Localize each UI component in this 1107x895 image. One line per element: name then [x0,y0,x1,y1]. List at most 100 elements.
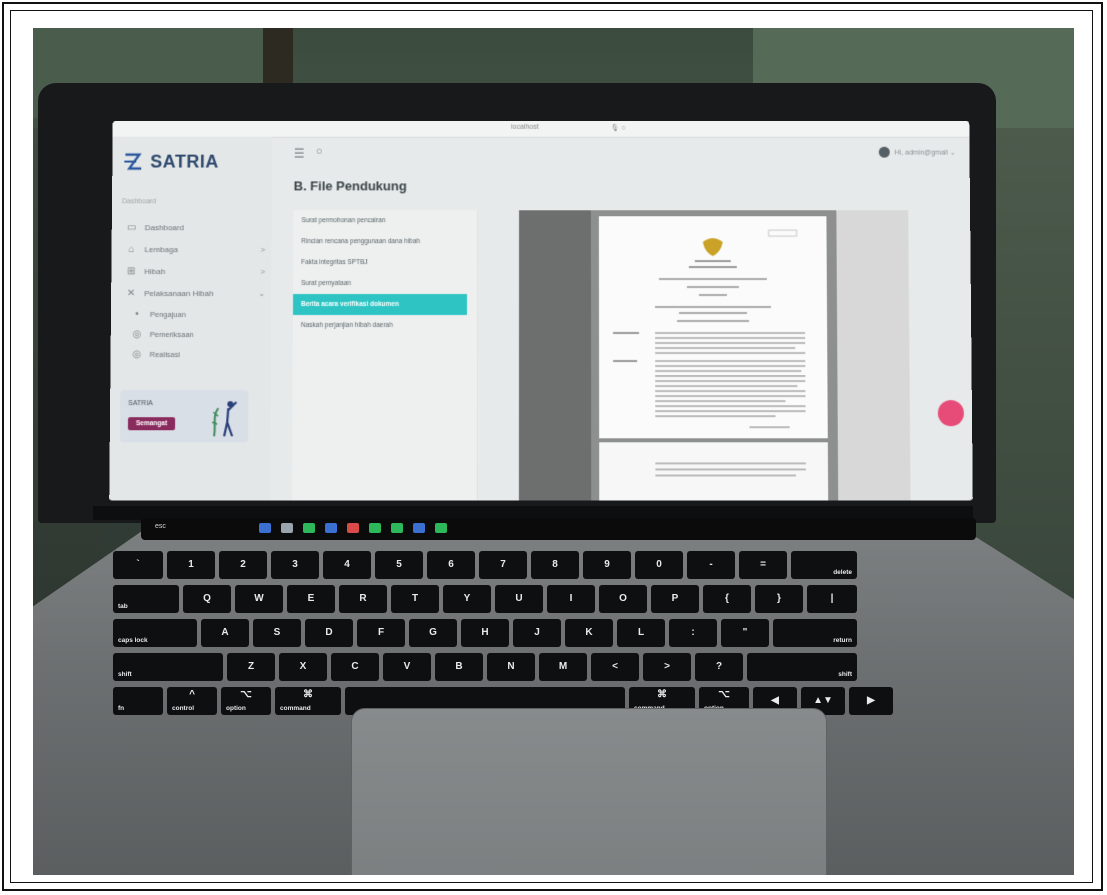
file-item-active[interactable]: Berita acara verifikasi dokumen [292,294,468,315]
shift-key[interactable]: shift [747,653,857,681]
sidebar-item-hibah[interactable]: ⊞ Hibah > [125,260,265,282]
key[interactable]: F [357,619,405,647]
key[interactable]: S [253,619,301,647]
key[interactable]: Y [443,585,491,613]
key[interactable]: H [461,619,509,647]
app-icon[interactable] [347,523,359,533]
delete-key[interactable]: delete [791,551,857,579]
app-icon[interactable] [391,523,403,533]
keyboard: ` 1 2 3 4 5 6 7 8 9 0 - = delete tab Q W… [113,543,993,723]
circle-icon: ◎ [132,348,142,360]
logo-text: SATRIA [150,151,219,172]
key[interactable]: T [391,585,439,613]
key[interactable]: 7 [479,551,527,579]
key[interactable]: R [339,585,387,613]
key[interactable]: 9 [583,551,631,579]
app-icon[interactable] [259,523,271,533]
key[interactable]: E [287,585,335,613]
key[interactable]: A [201,619,249,647]
key[interactable]: 0 [635,551,683,579]
key[interactable]: 8 [531,551,579,579]
key[interactable]: W [235,585,283,613]
key[interactable]: U [495,585,543,613]
sidebar-subitem-realisasi[interactable]: ◎ Realisasi [125,344,265,364]
esc-key[interactable]: esc [155,523,166,530]
tools-icon: ✕ [126,287,136,299]
shift-key[interactable]: shift [113,653,223,681]
key[interactable]: X [279,653,327,681]
key[interactable]: I [547,585,595,613]
laptop-photo: localhost 🎙 ○ SATRIA Dashboard ▭ Dashboa… [33,28,1074,875]
key[interactable]: V [383,653,431,681]
tab-key[interactable]: tab [113,585,179,613]
option-key[interactable]: ⌥option [221,687,271,715]
search-icon[interactable]: ○ [316,146,323,158]
key[interactable]: M [539,653,587,681]
app-icon[interactable] [303,523,315,533]
key[interactable]: 4 [323,551,371,579]
key[interactable]: : [669,619,717,647]
key[interactable]: N [487,653,535,681]
document-viewer[interactable] [518,210,911,501]
file-item[interactable]: Surat permohonan pencairan [293,210,477,231]
key[interactable]: C [331,653,379,681]
app-icon[interactable] [281,523,293,533]
key[interactable]: G [409,619,457,647]
file-item[interactable]: Rincian rencana penggunaan dana hibah [293,231,477,252]
sidebar-item-pelaksanaan-hibah[interactable]: ✕ Pelaksanaan Hibah ⌄ [125,282,265,304]
app-icon[interactable] [435,523,447,533]
app-icon[interactable] [413,523,425,533]
key[interactable]: ` [113,551,163,579]
person-illustration-icon [210,396,240,438]
key[interactable]: " [721,619,769,647]
sidebar-item-label: Hibah [144,266,166,276]
key[interactable]: ? [695,653,743,681]
command-key[interactable]: ⌘command [275,687,341,715]
sidebar-subitem-pemeriksaan[interactable]: ◎ Pemeriksaan [125,324,265,344]
trackpad[interactable] [351,708,827,875]
key[interactable]: D [305,619,353,647]
fn-key[interactable]: fn [113,687,163,715]
key[interactable]: - [687,551,735,579]
app-icon[interactable] [325,523,337,533]
key[interactable]: } [755,585,803,613]
key[interactable]: Q [183,585,231,613]
menu-toggle-icon[interactable]: ☰ [294,147,305,161]
caps-lock-key[interactable]: caps lock [113,619,197,647]
arrow-right-key[interactable]: ▶ [849,687,893,715]
user-menu[interactable]: Hi, admin@gmail ⌄ [878,146,956,158]
app-logo[interactable]: SATRIA [122,151,219,173]
key[interactable]: O [599,585,647,613]
return-key[interactable]: return [773,619,857,647]
key[interactable]: 1 [167,551,215,579]
key[interactable]: Z [227,653,275,681]
touch-bar[interactable]: esc [141,518,976,540]
key[interactable]: B [435,653,483,681]
document-page [599,442,829,501]
file-item[interactable]: Surat pernyataan [293,273,477,294]
key[interactable]: = [739,551,787,579]
key[interactable]: | [807,585,857,613]
key[interactable]: L [617,619,665,647]
semangat-button[interactable]: Semangat [127,417,176,431]
key[interactable]: 3 [271,551,319,579]
file-item[interactable]: Naskah perjanjian hibah daerah [293,315,477,336]
control-key[interactable]: ^ control [167,687,217,715]
key[interactable]: 5 [375,551,423,579]
key[interactable]: { [703,585,751,613]
sidebar-subitem-pengajuan[interactable]: • Pengajuan [125,304,265,324]
sidebar-item-dashboard[interactable]: ▭ Dashboard [126,216,266,238]
key[interactable]: 2 [219,551,267,579]
browser-url[interactable]: localhost [511,124,539,131]
key[interactable]: > [643,653,691,681]
chat-fab-button[interactable] [937,400,965,427]
viewer-margin [518,210,592,501]
key[interactable]: K [565,619,613,647]
file-item[interactable]: Fakta integritas SPTBJ [293,252,477,273]
key[interactable]: < [591,653,639,681]
key[interactable]: J [513,619,561,647]
key[interactable]: P [651,585,699,613]
key[interactable]: 6 [427,551,475,579]
app-icon[interactable] [369,523,381,533]
sidebar-item-lembaga[interactable]: ⌂ Lembaga > [125,238,265,260]
